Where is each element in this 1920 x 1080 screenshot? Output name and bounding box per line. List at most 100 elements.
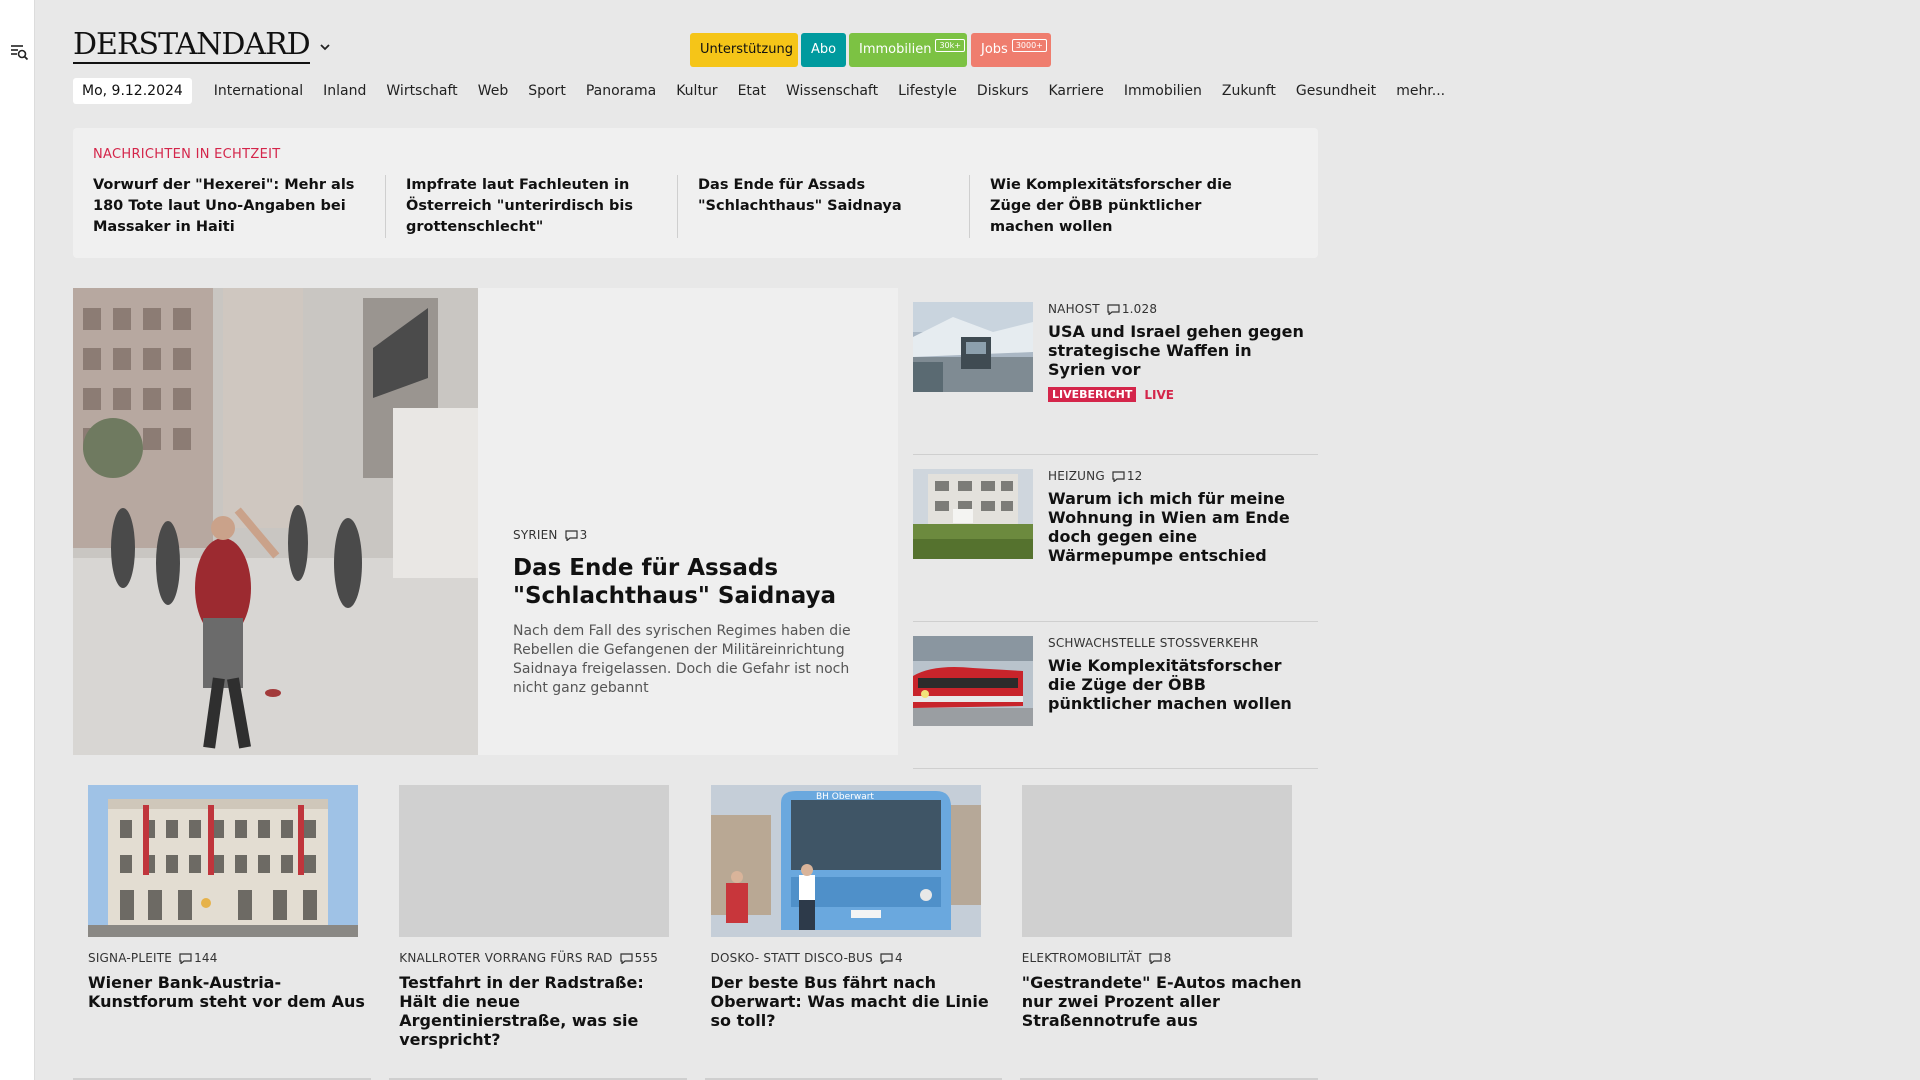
article-image[interactable] (913, 636, 1033, 726)
site-logo[interactable]: DERSTANDARD (73, 28, 311, 64)
side-articles: NAHOST 1.028 USA und Israel gehen gegen … (913, 288, 1318, 769)
lead-article-image[interactable] (73, 288, 478, 755)
article-title[interactable]: USA und Israel gehen gegen strategische … (1048, 322, 1308, 379)
abo-label: Abo (810, 42, 837, 57)
article-kicker: SIGNA-PLEITE (88, 951, 173, 965)
article-meta: NAHOST 1.028 (1048, 302, 1308, 316)
jobs-label: Jobs (981, 42, 1008, 57)
article-image[interactable] (913, 469, 1033, 559)
article-title[interactable]: Wie Komplexitätsforscher die Züge der ÖB… (1048, 656, 1308, 713)
nav-item-zukunft[interactable]: Zukunft (1222, 83, 1276, 99)
article-meta: ELEKTROMOBILITÄT 8 (1022, 951, 1303, 965)
article-title[interactable]: Der beste Bus fährt nach Oberwart: Was m… (711, 973, 992, 1030)
article-meta: SIGNA-PLEITE 144 (88, 951, 369, 965)
immobilien-button[interactable]: Immobilien 30k+ (849, 33, 967, 67)
comment-count[interactable]: 3 (565, 528, 588, 542)
ticker-item[interactable]: Vorwurf der "Hexerei": Mehr als 180 Tote… (93, 175, 385, 238)
support-button[interactable]: Unterstützung (690, 33, 798, 67)
immobilien-badge: 30k+ (935, 39, 965, 52)
comment-count[interactable]: 8 (1149, 951, 1172, 965)
article-meta: KNALLROTER VORRANG FÜRS RAD 555 (399, 951, 680, 965)
nav-item-panorama[interactable]: Panorama (586, 83, 656, 99)
comment-count-value: 12 (1126, 469, 1143, 483)
article-meta: HEIZUNG 12 (1048, 469, 1308, 483)
nav-item-sport[interactable]: Sport (528, 83, 566, 99)
article-image[interactable] (88, 785, 358, 937)
comment-icon (620, 953, 633, 964)
livebericht-badge: LIVEBERICHT (1048, 387, 1137, 402)
image-placeholder[interactable] (399, 785, 670, 937)
nav-item-karriere[interactable]: Karriere (1049, 83, 1104, 99)
nav-item-international[interactable]: International (214, 83, 303, 99)
ticker-item[interactable]: Impfrate laut Fachleuten in Österreich "… (385, 175, 677, 238)
article-teaser: Nach dem Fall des syrischen Regimes habe… (513, 623, 851, 696)
ticker-label: NACHRICHTEN IN ECHTZEIT (93, 147, 281, 162)
comment-icon (179, 953, 192, 964)
ticker-item[interactable]: Das Ende für Assads "Schlachthaus" Saidn… (677, 175, 969, 238)
ticker-item[interactable]: Wie Komplexitätsforscher die Züge der ÖB… (969, 175, 1261, 238)
support-label: Unterstützung (700, 42, 793, 57)
left-sidebar (0, 0, 35, 1080)
article-kicker: ELEKTROMOBILITÄT (1021, 951, 1142, 965)
article-card[interactable]: ELEKTROMOBILITÄT 8 "Gestrandete" E-Autos… (1007, 785, 1318, 1049)
nav-item-mehr[interactable]: mehr... (1396, 83, 1445, 99)
lead-article[interactable]: SYRIEN 3 Das Ende für Assads "Schlachtha… (73, 288, 898, 755)
nav-item-diskurs[interactable]: Diskurs (977, 83, 1029, 99)
article-kicker: SCHWACHSTELLE STOSSVERKEHR (1048, 636, 1259, 650)
comment-count-value: 1.028 (1121, 302, 1158, 316)
comment-count[interactable]: 1.028 (1107, 302, 1157, 316)
article-kicker: HEIZUNG (1048, 469, 1105, 483)
nav-item-inland[interactable]: Inland (323, 83, 366, 99)
article-grid: SIGNA-PLEITE 144 Wiener Bank-Austria-Kun… (73, 785, 1318, 1049)
article-card[interactable]: BH Oberwart DOSKO- STATT DISCO-BUS 4 Der… (696, 785, 1007, 1049)
comment-count-value: 4 (895, 951, 903, 965)
article-title[interactable]: Das Ende für Assads "Schlachthaus" Saidn… (513, 554, 853, 610)
comment-count[interactable]: 555 (620, 951, 659, 965)
comment-icon (1112, 471, 1125, 482)
comment-count-value: 555 (634, 951, 659, 965)
article-card[interactable]: KNALLROTER VORRANG FÜRS RAD 555 Testfahr… (384, 785, 695, 1049)
current-date: Mo, 9.12.2024 (73, 78, 192, 104)
article-kicker: SYRIEN (513, 528, 558, 542)
nav-item-wissenschaft[interactable]: Wissenschaft (786, 83, 878, 99)
side-article[interactable]: SCHWACHSTELLE STOSSVERKEHR Wie Komplexit… (913, 622, 1318, 769)
chevron-down-icon[interactable] (318, 40, 332, 54)
article-image[interactable]: BH Oberwart (710, 785, 981, 937)
side-article[interactable]: NAHOST 1.028 USA und Israel gehen gegen … (913, 288, 1318, 455)
nav-item-gesundheit[interactable]: Gesundheit (1296, 83, 1376, 99)
comment-icon (880, 953, 893, 964)
jobs-button[interactable]: Jobs 3000+ (971, 33, 1051, 67)
bus-destination-sign: BH Oberwart (816, 792, 874, 802)
menu-search-icon[interactable] (9, 42, 29, 62)
image-placeholder[interactable] (1021, 785, 1292, 937)
nav-item-kultur[interactable]: Kultur (676, 83, 717, 99)
article-title[interactable]: Warum ich mich für meine Wohnung in Wien… (1048, 489, 1308, 565)
article-meta: DOSKO- STATT DISCO-BUS 4 (711, 951, 992, 965)
comment-count-value: 3 (579, 528, 588, 542)
comment-count-value: 144 (194, 951, 218, 965)
jobs-badge: 3000+ (1011, 39, 1047, 52)
comment-count[interactable]: 4 (880, 951, 903, 965)
abo-button[interactable]: Abo (801, 33, 846, 67)
article-kicker: DOSKO- STATT DISCO-BUS (710, 951, 873, 965)
article-title[interactable]: Testfahrt in der Radstraße: Hält die neu… (399, 973, 680, 1049)
comment-icon (1149, 953, 1162, 964)
nav-item-web[interactable]: Web (478, 83, 509, 99)
article-card[interactable]: SIGNA-PLEITE 144 Wiener Bank-Austria-Kun… (73, 785, 384, 1049)
nav-item-immobilien[interactable]: Immobilien (1124, 83, 1202, 99)
article-kicker: NAHOST (1048, 302, 1100, 316)
nav-item-etat[interactable]: Etat (738, 83, 766, 99)
comment-count[interactable]: 12 (1112, 469, 1143, 483)
live-news-ticker: NACHRICHTEN IN ECHTZEIT Vorwurf der "Hex… (73, 128, 1318, 258)
nav-item-lifestyle[interactable]: Lifestyle (898, 83, 957, 99)
nav-item-wirtschaft[interactable]: Wirtschaft (386, 83, 457, 99)
comment-icon (565, 530, 578, 541)
article-title[interactable]: "Gestrandete" E-Autos machen nur zwei Pr… (1022, 973, 1303, 1030)
article-title[interactable]: Wiener Bank-Austria-Kunstforum steht vor… (88, 973, 369, 1011)
live-indicator: LIVE (1144, 387, 1174, 402)
article-image[interactable] (913, 302, 1033, 392)
comment-icon (1107, 304, 1120, 315)
article-meta: SCHWACHSTELLE STOSSVERKEHR (1048, 636, 1308, 650)
side-article[interactable]: HEIZUNG 12 Warum ich mich für meine Wohn… (913, 455, 1318, 622)
comment-count[interactable]: 144 (179, 951, 218, 965)
